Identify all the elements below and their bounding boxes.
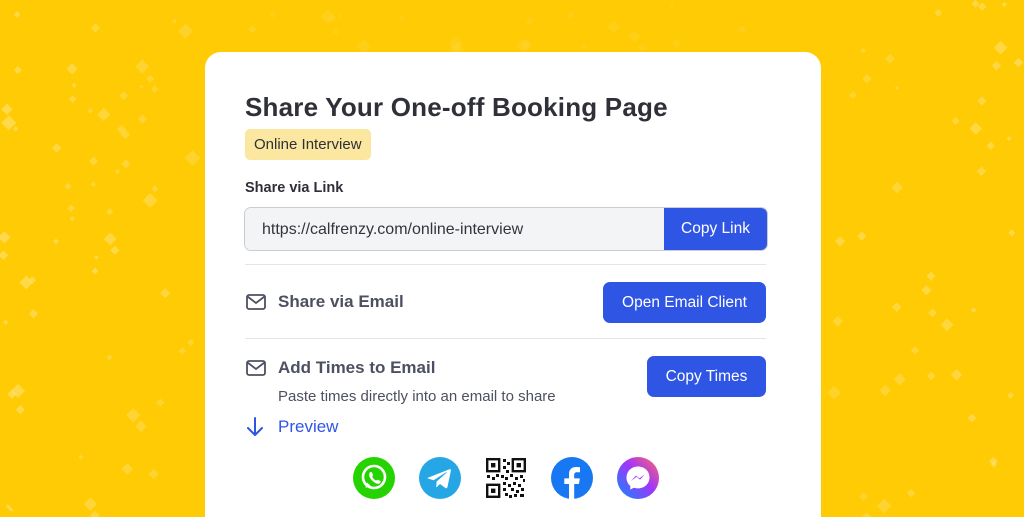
mail-icon <box>246 360 266 376</box>
arrow-down-icon <box>247 417 263 436</box>
facebook-icon[interactable] <box>551 457 593 499</box>
open-email-client-button[interactable]: Open Email Client <box>603 282 766 323</box>
messenger-icon[interactable] <box>617 457 659 499</box>
add-times-subtitle: Paste times directly into an email to sh… <box>278 388 556 405</box>
share-dialog: Share Your One-off Booking Page Online I… <box>205 52 821 517</box>
mail-icon <box>246 294 266 310</box>
copy-times-button[interactable]: Copy Times <box>647 356 766 397</box>
share-via-email-title: Share via Email <box>278 292 404 311</box>
divider <box>245 338 766 339</box>
dialog-title: Share Your One-off Booking Page <box>245 92 668 122</box>
divider <box>245 264 766 265</box>
qr-code-icon[interactable] <box>485 457 527 499</box>
background-frame: Share Your One-off Booking Page Online I… <box>0 0 1024 517</box>
copy-link-button[interactable]: Copy Link <box>664 208 767 250</box>
booking-url-input[interactable] <box>245 208 664 250</box>
share-link-field: Copy Link <box>244 207 768 251</box>
social-share-bar <box>353 457 659 499</box>
whatsapp-icon[interactable] <box>353 457 395 499</box>
telegram-icon[interactable] <box>419 457 461 499</box>
preview-toggle[interactable]: Preview <box>246 416 338 438</box>
event-type-tag: Online Interview <box>245 129 371 160</box>
share-via-link-label: Share via Link <box>245 180 344 196</box>
add-times-title: Add Times to Email <box>278 358 436 377</box>
preview-label: Preview <box>278 417 339 436</box>
